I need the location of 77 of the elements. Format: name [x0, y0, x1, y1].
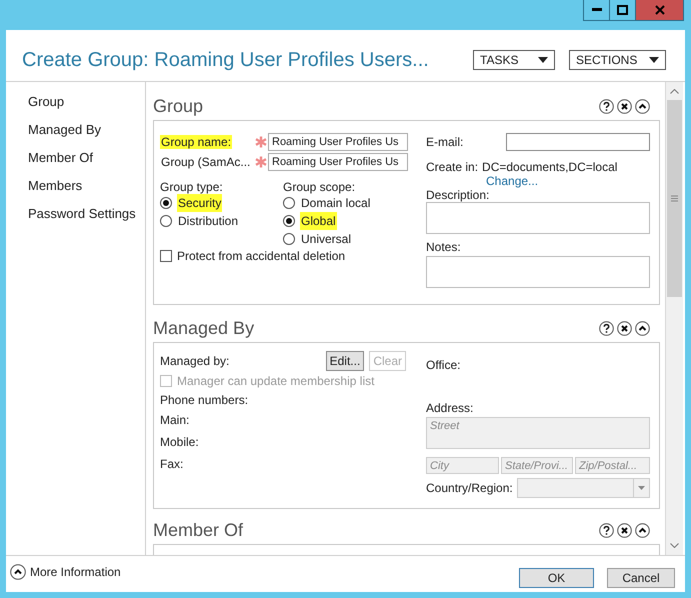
dropdown-button[interactable]: TASKS: [473, 50, 555, 70]
field-label: Description:: [426, 188, 490, 202]
radio-option[interactable]: Universal: [283, 230, 372, 248]
scroll-down-icon[interactable]: [670, 542, 679, 548]
nav-link[interactable]: Managed By: [28, 120, 101, 148]
caret-icon: [538, 57, 548, 63]
change-link[interactable]: Change...: [486, 174, 538, 188]
checkbox-label: Protect from accidental deletion: [177, 248, 346, 265]
group-label: Group scope:: [283, 179, 356, 194]
field-label: Fax:: [160, 456, 184, 473]
checkbox[interactable]: [160, 250, 172, 262]
radio-option[interactable]: Security: [160, 194, 283, 212]
section-title: Group: [153, 94, 204, 118]
help-icon[interactable]: [599, 320, 614, 336]
nav-link[interactable]: Member Of: [28, 148, 94, 176]
close-icon: [654, 5, 664, 15]
radio-option[interactable]: Domain local: [283, 194, 372, 212]
radio-option[interactable]: Global: [283, 212, 372, 230]
nav-link[interactable]: Group: [28, 92, 64, 120]
collapse-icon[interactable]: [635, 522, 650, 538]
city-field[interactable]: City: [426, 457, 499, 474]
field-label: Country/Region:: [426, 480, 514, 497]
street-field[interactable]: Street: [426, 417, 650, 449]
caret-icon: [638, 486, 645, 490]
radio-button[interactable]: [160, 197, 172, 209]
state-field[interactable]: State/Provi...: [501, 457, 573, 474]
email-field[interactable]: [506, 133, 650, 151]
help-icon[interactable]: [599, 98, 614, 114]
maximize-icon: [617, 5, 628, 15]
text-field[interactable]: Roaming User Profiles Us: [268, 133, 408, 151]
close-icon[interactable]: [617, 522, 632, 538]
section-title: Managed By: [153, 316, 254, 340]
radio-button[interactable]: [283, 197, 295, 209]
radio-button[interactable]: [283, 233, 295, 245]
collapse-icon[interactable]: [635, 320, 650, 336]
field-label: Group name:: [160, 135, 232, 149]
radio-button[interactable]: [160, 215, 172, 227]
field-label: Address:: [426, 401, 474, 415]
field-label: Managed by:: [160, 353, 230, 370]
field-label: Group (SamAc...: [160, 155, 252, 169]
field-label: Office:: [426, 357, 460, 374]
section-title: Member Of: [153, 518, 244, 542]
close-icon[interactable]: [617, 98, 632, 114]
window-title: Create Group: Roaming User Profiles Users...: [22, 48, 430, 73]
caret-icon: [649, 57, 659, 63]
close-button[interactable]: [636, 0, 683, 20]
checkbox-label: Manager can update membership list: [177, 373, 374, 390]
minimize-icon: [592, 8, 602, 12]
radio-button[interactable]: [283, 215, 295, 227]
group-label: Group type:: [160, 179, 224, 194]
field-value: DC=documents,DC=local: [482, 159, 618, 174]
dropdown-button[interactable]: SECTIONS: [569, 50, 666, 70]
field-label: Notes:: [426, 240, 462, 254]
scroll-up-icon[interactable]: [670, 88, 679, 94]
text-field[interactable]: Roaming User Profiles Us: [268, 153, 408, 171]
expand-icon[interactable]: [10, 564, 26, 580]
notes-field[interactable]: [426, 256, 650, 288]
collapse-icon[interactable]: [635, 98, 650, 114]
close-icon[interactable]: [617, 320, 632, 336]
cancel-button[interactable]: Cancel: [607, 568, 675, 588]
ok-button[interactable]: OK: [519, 568, 594, 588]
scrollbar-thumb[interactable]: [667, 100, 682, 297]
nav-link[interactable]: Password Settings: [28, 204, 136, 232]
field-label: E-mail:: [426, 134, 464, 151]
scrollbar[interactable]: [665, 82, 683, 555]
nav-link[interactable]: Members: [28, 176, 82, 204]
help-icon[interactable]: [599, 522, 614, 538]
radio-option[interactable]: Distribution: [160, 212, 283, 230]
edit-button[interactable]: Edit...: [326, 351, 364, 371]
zip-field[interactable]: Zip/Postal...: [575, 457, 650, 474]
field-label: Mobile:: [160, 434, 199, 451]
field-label: Main:: [160, 412, 190, 429]
field-label: Create in:: [426, 159, 478, 174]
more-information-link[interactable]: More Information: [30, 563, 121, 581]
field-label: Phone numbers:: [160, 392, 250, 409]
description-field[interactable]: [426, 202, 650, 234]
grip-icon: [671, 195, 678, 202]
